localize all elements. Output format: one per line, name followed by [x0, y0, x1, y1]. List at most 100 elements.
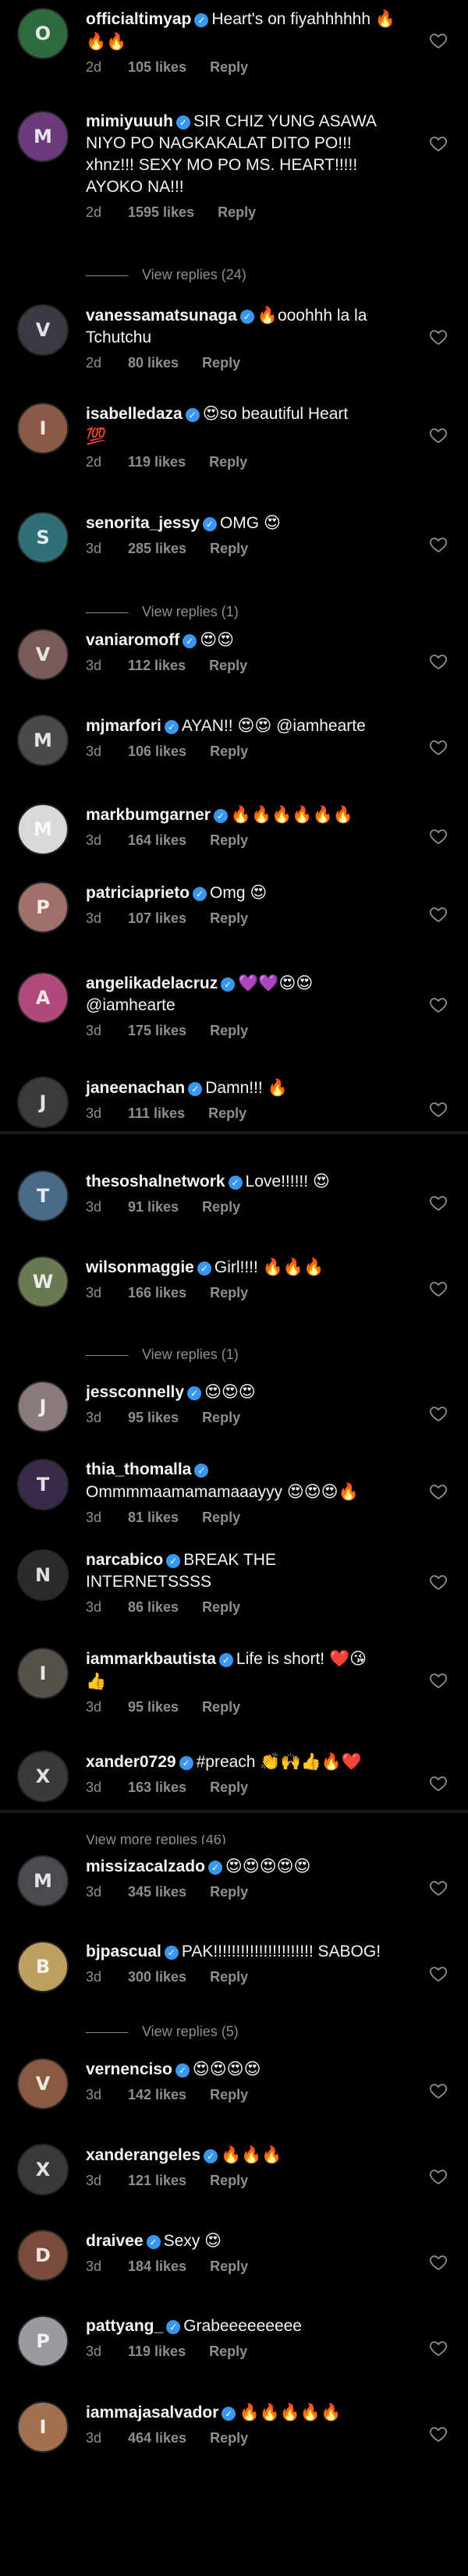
reply-button[interactable]: Reply [210, 2258, 248, 2275]
reply-button[interactable]: Reply [202, 1599, 240, 1616]
comment-username[interactable]: vernenciso [86, 2060, 172, 2078]
comment-username[interactable]: iammarkbautista [86, 1650, 216, 1668]
comment-likes-count[interactable]: 119 likes [128, 454, 186, 470]
reply-button[interactable]: Reply [210, 1969, 248, 1985]
comment-likes-count[interactable]: 86 likes [128, 1599, 179, 1616]
reply-button[interactable]: Reply [210, 1285, 248, 1301]
reply-button[interactable]: Reply [210, 2173, 248, 2189]
comment-username[interactable]: iammajasalvador [86, 2404, 218, 2422]
reply-button[interactable]: Reply [210, 832, 248, 849]
comment-likes-count[interactable]: 119 likes [128, 2344, 186, 2360]
like-heart-icon[interactable] [429, 328, 448, 346]
comment-username[interactable]: officialtimyap [86, 10, 191, 28]
like-heart-icon[interactable] [429, 1482, 448, 1501]
reply-button[interactable]: Reply [210, 59, 248, 76]
comment-username[interactable]: vaniaromoff [86, 631, 179, 649]
avatar[interactable]: O [17, 8, 69, 59]
reply-button[interactable]: Reply [210, 1884, 248, 1900]
reply-button[interactable]: Reply [210, 1023, 248, 1039]
like-heart-icon[interactable] [429, 1100, 448, 1119]
like-heart-icon[interactable] [429, 2425, 448, 2443]
comment-username[interactable]: narcabico [86, 1551, 163, 1569]
comment-username[interactable]: mjmarfori [86, 717, 161, 735]
avatar[interactable]: T [17, 1170, 69, 1222]
comment-username[interactable]: angelikadelacruz [86, 974, 218, 992]
comment-username[interactable]: isabelledaza [86, 405, 183, 423]
view-replies-label[interactable]: View replies (5) [142, 2024, 239, 2039]
view-more-replies-label[interactable]: View more replies (46) [86, 1835, 226, 1844]
reply-button[interactable]: Reply [210, 2430, 248, 2446]
reply-button[interactable]: Reply [202, 1410, 240, 1426]
reply-button[interactable]: Reply [218, 204, 256, 221]
reply-button[interactable]: Reply [210, 1779, 248, 1796]
comment-likes-count[interactable]: 95 likes [128, 1699, 179, 1716]
avatar[interactable]: I [17, 403, 69, 454]
reply-button[interactable]: Reply [202, 355, 240, 371]
avatar[interactable]: I [17, 1648, 69, 1699]
like-heart-icon[interactable] [429, 738, 448, 757]
comment-username[interactable]: senorita_jessy [86, 514, 200, 532]
comment-likes-count[interactable]: 166 likes [128, 1285, 186, 1301]
comment-username[interactable]: janeenachan [86, 1079, 185, 1097]
comment-username[interactable]: missizacalzado [86, 1857, 205, 1875]
comment-likes-count[interactable]: 1595 likes [128, 204, 194, 221]
avatar[interactable]: I [17, 2401, 69, 2453]
like-heart-icon[interactable] [429, 2339, 448, 2358]
comment-likes-count[interactable]: 121 likes [128, 2173, 186, 2189]
comment-likes-count[interactable]: 105 likes [128, 59, 186, 76]
avatar[interactable]: N [17, 1549, 69, 1601]
avatar[interactable]: P [17, 2315, 69, 2367]
avatar[interactable]: M [17, 715, 69, 766]
comment-username[interactable]: thesoshalnetwork [86, 1173, 225, 1190]
like-heart-icon[interactable] [429, 1573, 448, 1591]
view-replies-label[interactable]: View replies (1) [142, 1347, 239, 1362]
avatar[interactable]: W [17, 1256, 69, 1308]
avatar[interactable]: X [17, 2144, 69, 2195]
avatar[interactable]: P [17, 882, 69, 933]
avatar[interactable]: V [17, 304, 69, 356]
comment-username[interactable]: mimiyuuuh [86, 112, 173, 130]
reply-button[interactable]: Reply [209, 658, 247, 674]
comment-username[interactable]: bjpascual [86, 1943, 161, 1960]
comment-mention[interactable]: @iamhearte [86, 996, 176, 1014]
comment-username[interactable]: patriciaprieto [86, 884, 190, 902]
reply-button[interactable]: Reply [202, 1510, 240, 1526]
like-heart-icon[interactable] [429, 31, 448, 50]
like-heart-icon[interactable] [429, 1671, 448, 1690]
comment-username[interactable]: markbumgarner [86, 806, 211, 824]
avatar[interactable]: B [17, 1941, 69, 1992]
avatar[interactable]: M [17, 1855, 69, 1907]
view-replies-link[interactable]: View replies (5) [86, 2021, 413, 2042]
reply-button[interactable]: Reply [208, 1105, 246, 1122]
view-replies-link[interactable]: View replies (24) [86, 264, 413, 286]
like-heart-icon[interactable] [429, 535, 448, 554]
comment-likes-count[interactable]: 106 likes [128, 743, 186, 760]
like-heart-icon[interactable] [429, 652, 448, 671]
like-heart-icon[interactable] [429, 827, 448, 846]
like-heart-icon[interactable] [429, 1774, 448, 1793]
avatar[interactable]: D [17, 2230, 69, 2281]
avatar[interactable]: S [17, 512, 69, 563]
view-replies-label[interactable]: View replies (1) [142, 604, 239, 619]
comment-username[interactable]: draivee [86, 2232, 144, 2250]
avatar[interactable]: J [17, 1077, 69, 1128]
like-heart-icon[interactable] [429, 2167, 448, 2186]
avatar[interactable]: M [17, 804, 69, 855]
comment-likes-count[interactable]: 464 likes [128, 2430, 186, 2446]
comment-username[interactable]: xander0729 [86, 1753, 176, 1771]
comment-likes-count[interactable]: 285 likes [128, 541, 186, 557]
like-heart-icon[interactable] [429, 426, 448, 445]
comment-username[interactable]: pattyang_ [86, 2317, 163, 2335]
like-heart-icon[interactable] [429, 1404, 448, 1423]
avatar[interactable]: M [17, 111, 69, 162]
comment-likes-count[interactable]: 142 likes [128, 2087, 186, 2103]
comment-likes-count[interactable]: 95 likes [128, 1410, 179, 1426]
view-replies-link[interactable]: View replies (1) [86, 601, 413, 623]
like-heart-icon[interactable] [429, 995, 448, 1014]
avatar[interactable]: X [17, 1751, 69, 1802]
avatar[interactable]: V [17, 629, 69, 680]
comment-likes-count[interactable]: 184 likes [128, 2258, 186, 2275]
avatar[interactable]: V [17, 2058, 69, 2109]
reply-button[interactable]: Reply [202, 1199, 240, 1215]
comment-username[interactable]: jessconnelly [86, 1383, 184, 1401]
